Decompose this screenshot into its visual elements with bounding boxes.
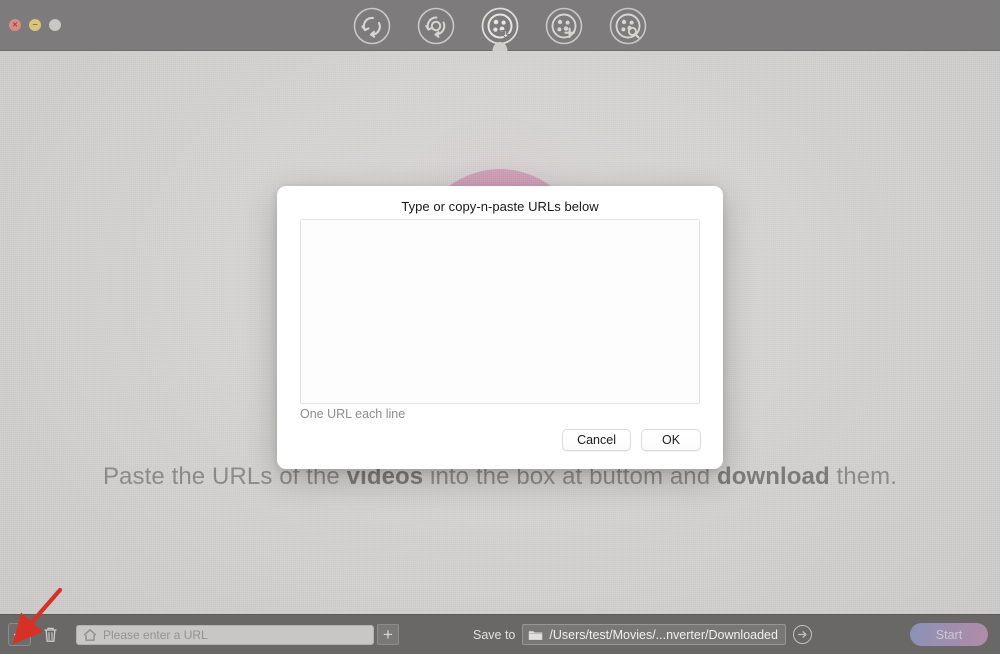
convert-icon — [353, 7, 391, 45]
arrow-right-icon — [797, 631, 807, 638]
url-input-dialog: Type or copy-n-paste URLs below One URL … — [277, 186, 723, 469]
title-bar: × − — [0, 0, 1000, 51]
save-path-text: /Users/test/Movies/...nverter/Downloaded — [549, 627, 778, 642]
url-add-button[interactable]: + — [377, 624, 399, 645]
dialog-actions: Cancel OK — [562, 429, 701, 451]
app-window: × − Paste the URLs of the videos into th… — [0, 0, 1000, 654]
main-toolbar — [0, 6, 1000, 51]
record-icon — [417, 7, 455, 45]
url-entry-group: Please enter a URL + — [76, 624, 399, 645]
ok-button[interactable]: OK — [641, 429, 701, 451]
dialog-title: Type or copy-n-paste URLs below — [401, 199, 599, 214]
url-input[interactable]: Please enter a URL — [76, 624, 374, 645]
save-to-label: Save to — [473, 627, 516, 642]
reveal-in-finder-button[interactable] — [792, 625, 812, 644]
home-icon — [83, 628, 97, 641]
toolbar-item-convert[interactable] — [352, 6, 392, 46]
trash-icon — [44, 627, 57, 642]
start-button[interactable]: Start — [910, 623, 988, 646]
save-path-field[interactable]: /Users/test/Movies/...nverter/Downloaded — [522, 624, 786, 645]
toolbar-item-download[interactable] — [480, 6, 520, 51]
download-icon — [481, 7, 519, 45]
hint-bold-download: download — [716, 463, 830, 490]
edit-icon — [545, 7, 583, 45]
bottom-bar: Please enter a URL + Save to /Users/test… — [0, 614, 1000, 654]
hint-suffix: them. — [829, 463, 898, 490]
toolbar-item-record[interactable] — [416, 6, 456, 46]
folder-icon — [529, 630, 543, 640]
delete-url-button[interactable] — [39, 623, 62, 646]
cancel-button[interactable]: Cancel — [562, 429, 631, 451]
add-url-button[interactable] — [8, 623, 31, 646]
dialog-note: One URL each line — [300, 407, 406, 421]
save-to-group: Save to /Users/test/Movies/...nverter/Do… — [473, 624, 812, 645]
url-input-placeholder: Please enter a URL — [103, 627, 208, 642]
search-icon — [609, 7, 647, 45]
plus-icon — [13, 628, 26, 641]
url-textarea[interactable] — [300, 219, 700, 404]
toolbar-item-edit[interactable] — [544, 6, 584, 46]
toolbar-item-search[interactable] — [608, 6, 648, 46]
